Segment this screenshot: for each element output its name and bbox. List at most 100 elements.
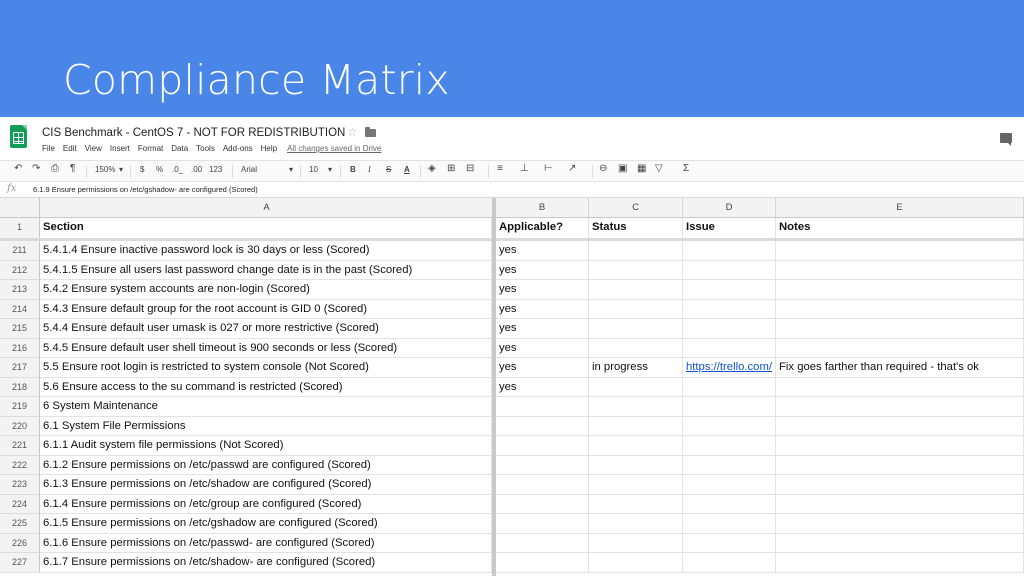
select-all-corner[interactable] xyxy=(0,198,40,218)
notes-cell[interactable] xyxy=(776,377,1024,397)
menu-format[interactable]: Format xyxy=(138,144,163,153)
row-number[interactable]: 218 xyxy=(0,377,40,397)
section-cell[interactable]: 5.4.5 Ensure default user shell timeout … xyxy=(40,338,492,358)
rotate-icon[interactable]: ↗ xyxy=(568,163,576,174)
zoom-select[interactable]: 150% xyxy=(95,165,115,174)
row-number[interactable]: 223 xyxy=(0,475,40,495)
issue-cell[interactable] xyxy=(683,397,776,417)
status-cell[interactable] xyxy=(589,241,683,261)
status-cell[interactable] xyxy=(589,416,683,436)
row-number[interactable]: 214 xyxy=(0,299,40,319)
issue-cell[interactable]: Issue xyxy=(683,218,776,239)
menu-edit[interactable]: Edit xyxy=(63,144,77,153)
applicable-cell[interactable] xyxy=(496,514,589,534)
column-header-c[interactable]: C xyxy=(589,198,683,218)
status-cell[interactable] xyxy=(589,299,683,319)
font-select[interactable]: Arial xyxy=(241,165,257,174)
notes-cell[interactable] xyxy=(776,416,1024,436)
sheets-logo-icon[interactable] xyxy=(10,125,27,148)
text-color-button[interactable]: A xyxy=(404,165,410,174)
status-cell[interactable] xyxy=(589,436,683,456)
applicable-cell[interactable]: yes xyxy=(496,358,589,378)
status-cell[interactable] xyxy=(589,280,683,300)
link-icon[interactable]: ⊖ xyxy=(599,163,607,174)
section-cell[interactable]: 5.4.3 Ensure default group for the root … xyxy=(40,299,492,319)
row-number[interactable]: 222 xyxy=(0,455,40,475)
issue-cell[interactable] xyxy=(683,533,776,553)
section-cell[interactable]: 6.1.6 Ensure permissions on /etc/passwd-… xyxy=(40,533,492,553)
chart-icon[interactable]: ▦ xyxy=(637,163,646,174)
notes-cell[interactable]: Notes xyxy=(776,218,1024,239)
section-cell[interactable]: 5.4.1.4 Ensure inactive password lock is… xyxy=(40,241,492,261)
status-cell[interactable] xyxy=(589,475,683,495)
section-cell[interactable]: 6.1.4 Ensure permissions on /etc/group a… xyxy=(40,494,492,514)
print-icon[interactable]: ⎙ xyxy=(51,163,59,174)
bold-button[interactable]: B xyxy=(350,165,356,174)
status-cell[interactable] xyxy=(589,553,683,573)
status-cell[interactable] xyxy=(589,377,683,397)
row-number[interactable]: 216 xyxy=(0,338,40,358)
frozen-column-divider[interactable] xyxy=(492,198,496,576)
applicable-cell[interactable] xyxy=(496,436,589,456)
issue-cell[interactable] xyxy=(683,377,776,397)
notes-cell[interactable] xyxy=(776,494,1024,514)
zoom-chevron-icon[interactable]: ▾ xyxy=(119,165,123,174)
applicable-cell[interactable] xyxy=(496,397,589,417)
applicable-cell[interactable] xyxy=(496,494,589,514)
status-cell[interactable]: in progress xyxy=(589,358,683,378)
row-number[interactable]: 212 xyxy=(0,260,40,280)
section-cell[interactable]: 5.5 Ensure root login is restricted to s… xyxy=(40,358,492,378)
section-cell[interactable]: 6.1.7 Ensure permissions on /etc/shadow-… xyxy=(40,553,492,573)
row-number[interactable]: 211 xyxy=(0,241,40,261)
folder-icon[interactable] xyxy=(365,127,376,137)
fill-color-icon[interactable]: ◈ xyxy=(428,163,436,174)
applicable-cell[interactable]: yes xyxy=(496,280,589,300)
issue-link[interactable]: https://trello.com/ xyxy=(683,358,776,378)
issue-cell[interactable] xyxy=(683,299,776,319)
strikethrough-button[interactable]: S xyxy=(386,165,391,174)
row-number[interactable]: 225 xyxy=(0,514,40,534)
increase-decimals-button[interactable]: .00 xyxy=(191,165,202,174)
applicable-cell[interactable]: Applicable? xyxy=(496,218,589,239)
status-cell[interactable] xyxy=(589,260,683,280)
font-chevron-icon[interactable]: ▾ xyxy=(289,165,293,174)
more-formats-button[interactable]: 123 xyxy=(209,165,222,174)
valign-icon[interactable]: ⊥ xyxy=(520,163,529,174)
notes-cell[interactable] xyxy=(776,514,1024,534)
comments-icon[interactable] xyxy=(1000,133,1012,146)
notes-cell[interactable] xyxy=(776,299,1024,319)
decrease-decimals-button[interactable]: .0_ xyxy=(172,165,183,174)
status-cell[interactable] xyxy=(589,455,683,475)
comment-add-icon[interactable]: ▣ xyxy=(618,163,627,174)
notes-cell[interactable] xyxy=(776,553,1024,573)
menu-view[interactable]: View xyxy=(85,144,102,153)
applicable-cell[interactable] xyxy=(496,416,589,436)
section-cell[interactable]: 6 System Maintenance xyxy=(40,397,492,417)
applicable-cell[interactable]: yes xyxy=(496,241,589,261)
menu-tools[interactable]: Tools xyxy=(196,144,215,153)
issue-cell[interactable] xyxy=(683,416,776,436)
notes-cell[interactable] xyxy=(776,455,1024,475)
menu-data[interactable]: Data xyxy=(171,144,188,153)
row-number[interactable]: 219 xyxy=(0,397,40,417)
issue-cell[interactable] xyxy=(683,319,776,339)
row-number[interactable]: 220 xyxy=(0,416,40,436)
paint-format-icon[interactable]: ¶ xyxy=(70,163,75,174)
row-number[interactable]: 215 xyxy=(0,319,40,339)
issue-cell[interactable] xyxy=(683,514,776,534)
notes-cell[interactable] xyxy=(776,280,1024,300)
notes-cell[interactable] xyxy=(776,397,1024,417)
status-cell[interactable] xyxy=(589,514,683,534)
issue-cell[interactable] xyxy=(683,553,776,573)
applicable-cell[interactable]: yes xyxy=(496,377,589,397)
percent-button[interactable]: % xyxy=(156,165,163,174)
section-cell[interactable]: 5.4.1.5 Ensure all users last password c… xyxy=(40,260,492,280)
borders-icon[interactable]: ⊞ xyxy=(447,163,455,174)
status-cell[interactable] xyxy=(589,397,683,417)
menu-add-ons[interactable]: Add-ons xyxy=(223,144,253,153)
undo-icon[interactable]: ↶ xyxy=(14,163,22,174)
row-number[interactable]: 217 xyxy=(0,358,40,378)
row-number[interactable]: 227 xyxy=(0,553,40,573)
applicable-cell[interactable] xyxy=(496,553,589,573)
notes-cell[interactable] xyxy=(776,338,1024,358)
